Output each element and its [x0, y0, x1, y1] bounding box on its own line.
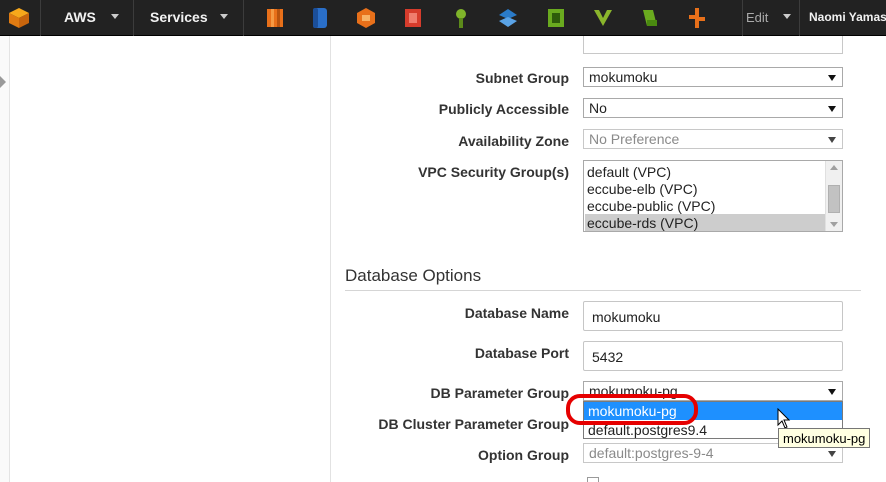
iam-icon[interactable] — [450, 6, 472, 30]
top-navigation-bar: AWS Services Edit Naomi Yamas — [0, 0, 886, 36]
section-divider — [345, 290, 861, 291]
nav-divider — [133, 0, 134, 36]
availability-zone-label: Availability Zone — [458, 133, 569, 149]
cutoff-checkbox[interactable] — [587, 477, 599, 482]
vpc-icon[interactable] — [592, 6, 614, 30]
dropdown-arrow-icon — [828, 389, 836, 395]
nav-divider — [799, 0, 800, 36]
ec2-icon[interactable] — [264, 6, 286, 30]
chevron-down-icon — [220, 14, 228, 19]
database-options-heading: Database Options — [345, 266, 482, 285]
subnet-group-value: mokumoku — [589, 69, 658, 85]
vpc-security-groups-label: VPC Security Group(s) — [418, 164, 569, 180]
scrollbar-thumb[interactable] — [828, 185, 840, 213]
scroll-down-icon[interactable] — [830, 222, 838, 227]
aws-menu-button[interactable]: AWS — [64, 9, 96, 25]
dropdown-arrow-icon — [828, 137, 836, 143]
chevron-down-icon — [783, 14, 791, 19]
publicly-accessible-value: No — [589, 100, 607, 116]
database-port-input[interactable]: 5432 — [583, 341, 843, 371]
content-divider — [330, 36, 331, 482]
database-name-input[interactable]: mokumoku — [583, 301, 843, 331]
dropdown-arrow-icon — [828, 75, 836, 81]
user-account-menu[interactable]: Naomi Yamas — [809, 10, 886, 24]
nav-divider — [243, 0, 244, 36]
edit-menu-button[interactable]: Edit — [746, 10, 768, 25]
cutoff-select-field[interactable] — [583, 36, 843, 54]
security-group-option[interactable]: eccube-elb (VPC) — [585, 180, 825, 198]
red-highlight-annotation — [566, 394, 698, 425]
listbox-scrollbar[interactable] — [825, 161, 842, 231]
deploy-icon[interactable] — [639, 6, 661, 30]
db-parameter-group-label: DB Parameter Group — [430, 385, 569, 401]
scroll-up-icon[interactable] — [830, 165, 838, 170]
availability-zone-select[interactable]: No Preference — [583, 129, 843, 149]
publicly-accessible-label: Publicly Accessible — [438, 101, 569, 117]
publicly-accessible-select[interactable]: No — [583, 98, 843, 118]
subnet-group-select[interactable]: mokumoku — [583, 67, 843, 87]
opsworks-icon[interactable] — [545, 6, 567, 30]
vpc-security-groups-listbox[interactable]: default (VPC) eccube-elb (VPC) eccube-pu… — [583, 160, 843, 232]
dropdown-arrow-icon — [828, 451, 836, 457]
mouse-pointer-icon — [777, 408, 791, 429]
subnet-group-label: Subnet Group — [475, 70, 569, 86]
security-group-option-selected[interactable]: eccube-rds (VPC) — [585, 214, 825, 231]
dropdown-arrow-icon — [828, 106, 836, 112]
nav-divider — [40, 0, 41, 36]
elasticache-icon[interactable] — [402, 6, 424, 30]
nav-divider — [742, 0, 743, 36]
option-group-label: Option Group — [478, 447, 569, 463]
services-menu-button[interactable]: Services — [150, 9, 208, 25]
option-group-value: default:postgres-9-4 — [589, 445, 714, 461]
aws-cube-logo-icon[interactable] — [8, 7, 30, 29]
chevron-down-icon — [111, 14, 119, 19]
db-cluster-parameter-group-label: DB Cluster Parameter Group — [378, 416, 569, 432]
cloudformation-icon[interactable] — [497, 6, 519, 30]
left-collapsed-panel — [0, 36, 10, 482]
tooltip: mokumoku-pg — [778, 428, 871, 448]
expand-panel-icon[interactable] — [0, 76, 6, 88]
database-name-label: Database Name — [464, 305, 569, 321]
database-port-label: Database Port — [474, 345, 569, 361]
cloudfront-icon[interactable] — [355, 6, 377, 30]
lambda-icon[interactable] — [686, 6, 708, 30]
security-group-option[interactable]: default (VPC) — [585, 163, 825, 181]
availability-zone-value: No Preference — [589, 131, 680, 147]
security-group-option[interactable]: eccube-public (VPC) — [585, 197, 825, 215]
s3-icon[interactable] — [309, 6, 331, 30]
